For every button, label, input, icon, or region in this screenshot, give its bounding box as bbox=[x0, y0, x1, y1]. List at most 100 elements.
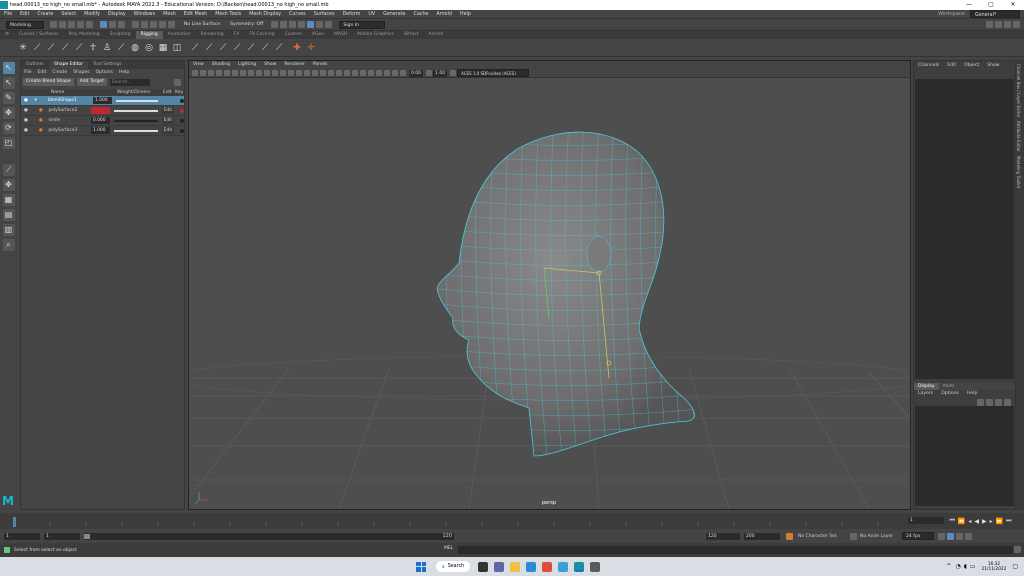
tool-settings-icon[interactable] bbox=[1004, 21, 1011, 28]
save-scene-icon[interactable] bbox=[68, 21, 75, 28]
shape-row[interactable]: ● ● smile 0.000 Edit bbox=[21, 116, 184, 126]
vp-menu-shading[interactable]: Shading bbox=[208, 61, 234, 69]
menu-create[interactable]: Create bbox=[33, 10, 57, 19]
se-menu-create[interactable]: Create bbox=[49, 69, 70, 77]
snap-curve-icon[interactable] bbox=[141, 21, 148, 28]
viewport-scene[interactable]: persp bbox=[189, 78, 910, 509]
shelf-tab-arnold[interactable]: Arnold bbox=[423, 31, 448, 39]
search-icon[interactable]: ⌕ bbox=[2, 239, 15, 251]
shelf-tab-fx[interactable]: FX bbox=[229, 31, 245, 39]
visibility-icon[interactable]: ● bbox=[21, 128, 29, 133]
menu-edit[interactable]: Edit bbox=[16, 10, 33, 19]
teams-icon[interactable] bbox=[494, 561, 505, 572]
layer-menu-layers[interactable]: Layers bbox=[914, 389, 937, 399]
layout-icon[interactable]: ▤ bbox=[2, 209, 15, 221]
weight-slider[interactable] bbox=[114, 109, 158, 112]
menu-deform[interactable]: Deform bbox=[338, 10, 364, 19]
gamma-field[interactable]: 1.00 bbox=[433, 69, 448, 77]
menu-edit-mesh[interactable]: Edit Mesh bbox=[180, 10, 211, 19]
mirror-joints-icon[interactable]: ⟋ bbox=[60, 43, 70, 53]
humanik-icon[interactable]: ♙ bbox=[102, 43, 112, 53]
safe-title-icon[interactable] bbox=[272, 70, 278, 76]
attribute-editor-icon[interactable] bbox=[995, 21, 1002, 28]
layer-menu-options[interactable]: Options bbox=[937, 389, 963, 399]
smooth-shade-icon[interactable] bbox=[288, 70, 294, 76]
menu-arnold[interactable]: Arnold bbox=[432, 10, 456, 19]
maximize-button[interactable]: ▢ bbox=[980, 0, 1002, 10]
history-icon[interactable] bbox=[271, 21, 279, 28]
new-scene-icon[interactable] bbox=[50, 21, 57, 28]
vp-menu-panels[interactable]: Panels bbox=[309, 61, 331, 69]
textured-icon[interactable] bbox=[312, 70, 318, 76]
color-management-icon[interactable] bbox=[450, 70, 457, 76]
locator-icon[interactable]: ⟋ bbox=[190, 43, 200, 53]
store-icon[interactable] bbox=[558, 561, 569, 572]
key-button[interactable] bbox=[180, 118, 184, 123]
channel-box-area[interactable] bbox=[915, 79, 1014, 379]
ambient-occlusion-icon[interactable] bbox=[336, 70, 342, 76]
step-back-key-icon[interactable]: ⏪ bbox=[958, 518, 965, 525]
script-editor-icon[interactable] bbox=[1014, 546, 1021, 553]
file-explorer-icon[interactable] bbox=[510, 561, 521, 572]
cluster-icon[interactable]: ◫ bbox=[172, 43, 182, 53]
vp-menu-show[interactable]: Show bbox=[260, 61, 280, 69]
exposure-icon[interactable] bbox=[400, 70, 406, 76]
se-menu-edit[interactable]: Edit bbox=[35, 69, 50, 77]
motion-blur-icon[interactable] bbox=[344, 70, 350, 76]
key-button[interactable] bbox=[180, 98, 184, 103]
command-input[interactable] bbox=[458, 546, 1013, 554]
rotate-tool-icon[interactable]: ⟳ bbox=[2, 122, 15, 134]
lasso-tool-icon[interactable]: ↖ bbox=[2, 77, 15, 89]
layer-menu-help[interactable]: Help bbox=[963, 389, 981, 399]
range-bar[interactable]: 120 bbox=[84, 532, 454, 540]
weight-slider[interactable] bbox=[114, 119, 158, 122]
cb-menu-object[interactable]: Object bbox=[960, 61, 983, 71]
time-slider[interactable]: 1 ⏮ ⏪ ◂ ◀ ▶ ▸ ⏩ ⏭ bbox=[0, 513, 1024, 529]
shelf-tab-xgen[interactable]: XGen bbox=[307, 31, 329, 39]
move-layer-up-icon[interactable] bbox=[977, 399, 984, 406]
se-menu-help[interactable]: Help bbox=[116, 69, 132, 77]
battery-icon[interactable]: ▭ bbox=[970, 563, 976, 570]
shelf-tab-sculpting[interactable]: Sculpting bbox=[105, 31, 136, 39]
edge-icon[interactable] bbox=[526, 561, 537, 572]
volume-icon[interactable]: ◖ bbox=[964, 563, 967, 570]
wifi-icon[interactable]: ◔ bbox=[955, 563, 960, 570]
bookmark-icon[interactable] bbox=[208, 70, 214, 76]
scale-tool-icon[interactable]: ◰ bbox=[2, 137, 15, 149]
start-button[interactable] bbox=[416, 561, 426, 572]
menu-select[interactable]: Select bbox=[57, 10, 80, 19]
weight-value[interactable]: 1.000 bbox=[90, 127, 111, 134]
command-language[interactable]: MEL bbox=[444, 546, 453, 551]
create-blend-shape-button[interactable]: Create Blend Shape bbox=[23, 78, 74, 86]
weight-value[interactable]: 1.000 bbox=[93, 97, 112, 104]
menu-uv[interactable]: UV bbox=[364, 10, 379, 19]
side-tab-channel-box[interactable]: Channel Box / Layer Editor bbox=[1016, 64, 1021, 117]
grid-icon[interactable] bbox=[224, 70, 230, 76]
arnold-icon[interactable] bbox=[316, 21, 324, 28]
cb-menu-show[interactable]: Show bbox=[983, 61, 1003, 71]
shelf-tab-poly-modeling[interactable]: Poly Modeling bbox=[64, 31, 105, 39]
menu-curves[interactable]: Curves bbox=[285, 10, 310, 19]
menu-mesh[interactable]: Mesh bbox=[159, 10, 180, 19]
colorspace-select[interactable]: ACES 1.0 SDR-video (ACES) bbox=[457, 69, 530, 77]
scale-constraint-icon[interactable]: ⟋ bbox=[246, 43, 256, 53]
select-component-icon[interactable] bbox=[118, 21, 125, 28]
visibility-icon[interactable]: ● bbox=[21, 118, 29, 123]
redo-icon[interactable] bbox=[86, 21, 93, 28]
add-target-button[interactable]: Add Target bbox=[76, 78, 107, 86]
orient-constraint-icon[interactable]: ⟋ bbox=[232, 43, 242, 53]
move-layer-down-icon[interactable] bbox=[986, 399, 993, 406]
depth-of-field-icon[interactable] bbox=[360, 70, 366, 76]
ik-spline-icon[interactable]: ⟋ bbox=[46, 43, 56, 53]
lattice-icon[interactable]: ▦ bbox=[158, 43, 168, 53]
side-tab-attribute-editor[interactable]: Attribute Editor bbox=[1016, 121, 1021, 152]
se-menu-options[interactable]: Options bbox=[93, 69, 116, 77]
connection-editor-icon[interactable]: ✛ bbox=[306, 43, 316, 53]
render-icon[interactable] bbox=[280, 21, 288, 28]
select-hierarchy-icon[interactable] bbox=[100, 21, 107, 28]
move-tool-icon[interactable]: ✥ bbox=[2, 107, 15, 119]
anim-layer-select[interactable]: No Anim Layer bbox=[860, 534, 898, 539]
weight-value[interactable]: 0.000 bbox=[90, 117, 111, 124]
step-forward-key-icon[interactable]: ⏩ bbox=[996, 518, 1003, 525]
cb-menu-channels[interactable]: Channels bbox=[914, 61, 943, 71]
